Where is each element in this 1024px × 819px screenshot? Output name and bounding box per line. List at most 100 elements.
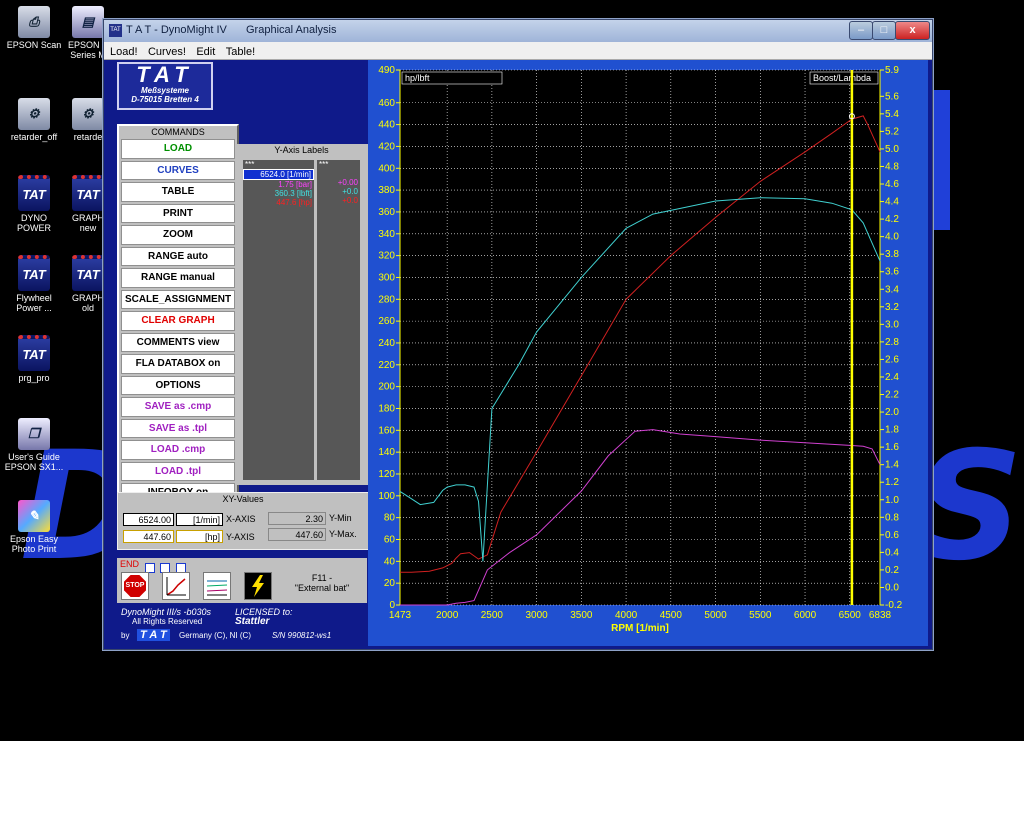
desktop: D S ⎙ EPSON Scan ▤ EPSON S Series M ⚙ re…	[0, 0, 1024, 741]
x-tick-label: 2000	[436, 610, 459, 621]
dyno-chart[interactable]: 1473 2000 2500 3000 3500 4000 4500 5000 5500 6000…	[368, 60, 928, 646]
menu-curves[interactable]: Curves!	[148, 46, 186, 58]
y-labels-values-column: *** 6524.0 [1/min] 1.75 [bar] 360.3 [lbft]…	[243, 160, 314, 480]
tat-app-icon: TAT	[72, 255, 104, 291]
right-tick-label: 4.8	[885, 161, 899, 172]
command-button-clear-graph[interactable]: CLEAR GRAPH	[121, 311, 235, 331]
y-labels-marker: ***	[245, 160, 255, 169]
curve-overlay-button[interactable]	[162, 572, 190, 600]
command-button-table[interactable]: TABLE	[121, 182, 235, 202]
right-tick-label: 5.9	[885, 65, 899, 76]
window-titlebar[interactable]: TAT T A T - DynoMight IV Graphical Analy…	[104, 20, 932, 42]
y-labels-delta-rows: +0.00 +0.0 +0.0	[317, 169, 360, 205]
dynomight-window: TAT T A T - DynoMight IV Graphical Analy…	[103, 19, 933, 650]
right-tick-label: 4.0	[885, 232, 899, 243]
command-button-fla-databox-on[interactable]: FLA DATABOX on	[121, 354, 235, 374]
desktop-icon-prg-pro[interactable]: TAT prg_pro	[2, 335, 66, 383]
maximize-button[interactable]: □	[872, 21, 896, 40]
left-tick-label: 100	[378, 491, 395, 502]
gear-icon: ⚙	[72, 98, 104, 130]
wallpaper-bar	[930, 90, 950, 230]
x-tick-label: 3000	[525, 610, 548, 621]
commands-panel: COMMANDS LOAD CURVES TABLE PRINT ZOOM RANGE a…	[117, 124, 239, 524]
window-title: T A T - DynoMight IV	[126, 24, 227, 36]
command-button-print[interactable]: PRINT	[121, 203, 235, 223]
y-label-value[interactable]: 360.3 [lbft]	[243, 189, 314, 198]
menu-load[interactable]: Load!	[110, 46, 138, 58]
serial-number: S/N 990812-ws1	[272, 631, 332, 640]
x-tick-label: 5000	[704, 610, 727, 621]
right-tick-label: 3.8	[885, 249, 899, 260]
desktop-icon-label: User's Guide EPSON SX1...	[4, 452, 64, 472]
right-tick-label: 0.6	[885, 530, 899, 541]
gear-icon: ⚙	[18, 98, 50, 130]
scanner-icon: ⎙	[18, 6, 50, 38]
xy-values-panel: XY-Values 6524.00 [1/min] X-AXIS 2.30 Y-…	[117, 492, 369, 550]
y-label-value[interactable]: 1.75 [bar]	[243, 180, 314, 189]
curve-compare-button[interactable]	[203, 572, 231, 600]
command-button-curves[interactable]: CURVES	[121, 160, 235, 180]
logo-line2: D-75015 Bretten 4	[131, 95, 199, 104]
command-button-load-tpl[interactable]: LOAD .tpl	[121, 461, 235, 481]
menu-edit[interactable]: Edit	[196, 46, 215, 58]
right-tick-label: 3.2	[885, 302, 899, 313]
left-tick-label: 80	[384, 513, 396, 524]
f11-label: F11 -	[311, 573, 333, 583]
menu-table[interactable]: Table!	[226, 46, 255, 58]
x-tick-label: 1473	[389, 610, 412, 621]
y-labels-rows: 6524.0 [1/min] 1.75 [bar] 360.3 [lbft] 447.…	[243, 169, 314, 207]
product-version: DynoMight III/s -b030s	[121, 607, 212, 617]
right-tick-label: 2.4	[885, 372, 899, 383]
y-label-delta: +0.0	[342, 196, 358, 205]
y-label-value[interactable]: 6524.0 [1/min]	[243, 169, 314, 180]
left-tick-label: 0	[389, 600, 395, 611]
tat-app-icon: TAT	[18, 255, 50, 291]
command-button-save-as-cmp[interactable]: SAVE as .cmp	[121, 397, 235, 417]
right-tick-label: 3.4	[885, 284, 899, 295]
left-tick-label: 420	[378, 141, 395, 152]
command-button-load-cmp[interactable]: LOAD .cmp	[121, 440, 235, 460]
y-label-delta: +0.0	[342, 187, 358, 196]
y-label-delta	[317, 169, 360, 178]
command-button-zoom[interactable]: ZOOM	[121, 225, 235, 245]
command-button-load[interactable]: LOAD	[121, 139, 235, 159]
left-tick-label: 180	[378, 403, 395, 414]
y-label-value[interactable]: 447.6 [hp]	[243, 198, 314, 207]
x-tick-label: 3500	[570, 610, 593, 621]
x-value-field[interactable]: 6524.00	[123, 513, 174, 526]
command-button-range-auto[interactable]: RANGE auto	[121, 246, 235, 266]
stop-button[interactable]: STOP	[121, 572, 149, 600]
y-max-label: Y-Max.	[329, 529, 357, 539]
right-tick-label: 1.0	[885, 495, 899, 506]
right-tick-label: 4.4	[885, 197, 899, 208]
command-button-range-manual[interactable]: RANGE manual	[121, 268, 235, 288]
command-button-options[interactable]: OPTIONS	[121, 375, 235, 395]
right-tick-label: 3.0	[885, 319, 899, 330]
left-tick-label: 20	[384, 578, 396, 589]
command-button-comments-view[interactable]: COMMENTS view	[121, 332, 235, 352]
stop-icon: STOP	[124, 575, 146, 597]
close-button[interactable]: x	[895, 21, 930, 40]
y-unit-field: [hp]	[176, 530, 223, 543]
left-tick-label: 120	[378, 469, 395, 480]
command-button-scale-assignment[interactable]: SCALE_ASSIGNMENT	[121, 289, 235, 309]
y-labels-delta-column: *** +0.00 +0.0 +0.0	[317, 160, 360, 480]
external-battery-button[interactable]	[244, 572, 272, 600]
minimize-button[interactable]: –	[849, 21, 873, 40]
guide-icon: ❐	[18, 418, 50, 450]
printer-icon: ▤	[72, 6, 104, 38]
left-tick-label: 380	[378, 185, 395, 196]
left-tick-label: 60	[384, 534, 396, 545]
right-tick-label: 1.6	[885, 442, 899, 453]
right-tick-label: 3.6	[885, 267, 899, 278]
x-tick-label: 6000	[794, 610, 817, 621]
desktop-icon-epson-easy-photo[interactable]: ✎ Epson Easy Photo Print	[2, 500, 66, 554]
command-button-save-as-tpl[interactable]: SAVE as .tpl	[121, 418, 235, 438]
y-label-delta: +0.00	[337, 178, 358, 187]
photo-icon: ✎	[18, 500, 50, 532]
left-tick-label: 340	[378, 229, 395, 240]
right-tick-label: -0.2	[885, 600, 903, 611]
left-tick-label: 160	[378, 425, 395, 436]
y-value-field[interactable]: 447.60	[123, 530, 174, 543]
desktop-icon-users-guide[interactable]: ❐ User's Guide EPSON SX1...	[2, 418, 66, 472]
